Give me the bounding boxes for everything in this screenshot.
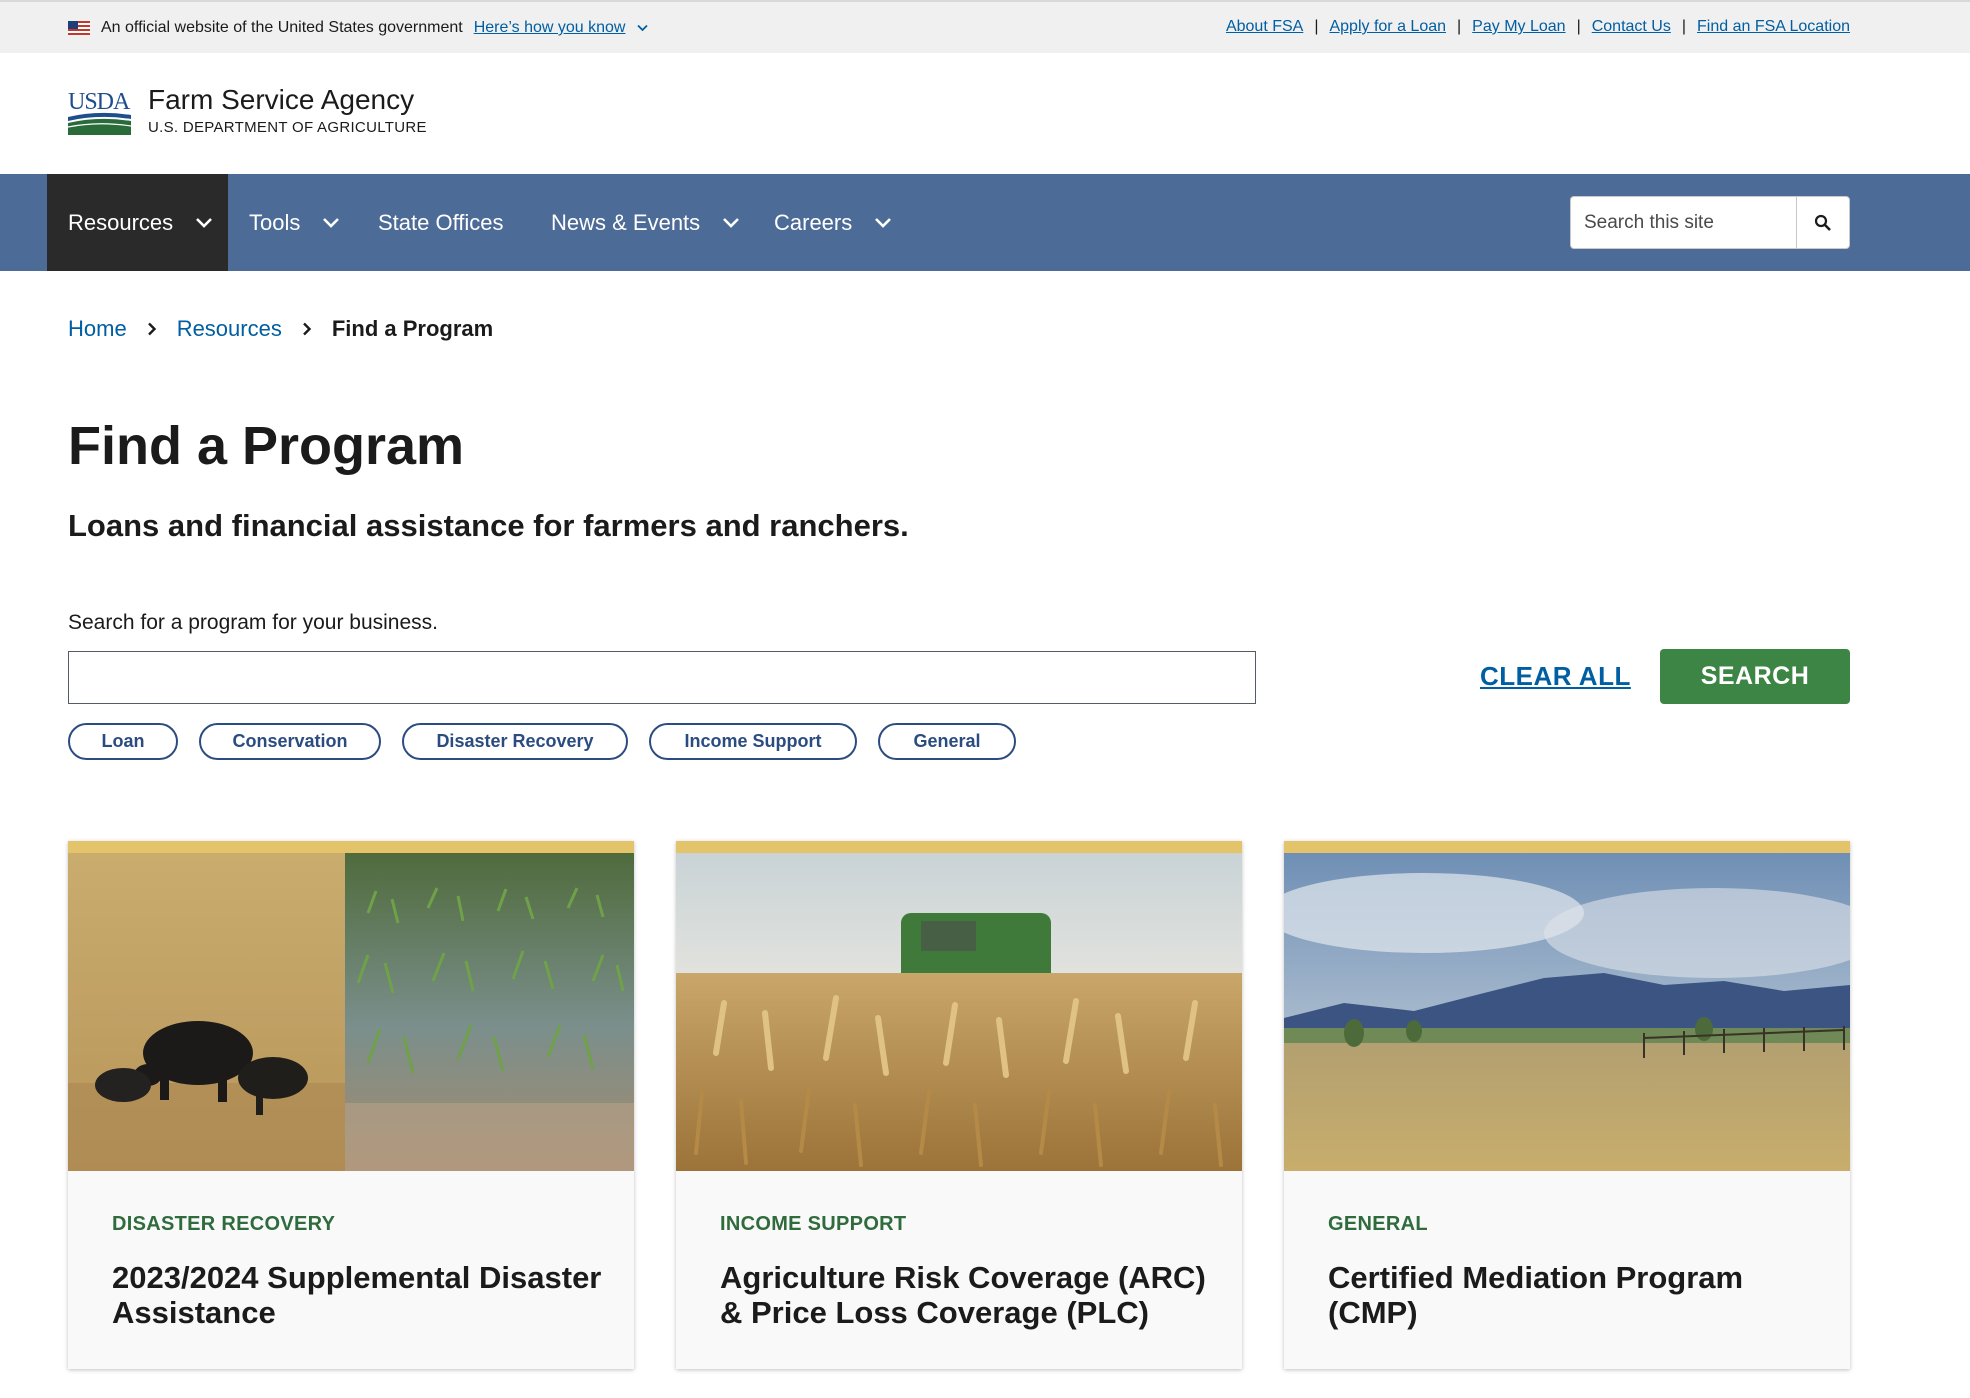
filter-tags: Loan Conservation Disaster Recovery Inco… xyxy=(68,723,1037,760)
nav-item-label: News & Events xyxy=(551,209,701,235)
chevron-right-icon xyxy=(147,322,156,336)
site-search-input[interactable] xyxy=(1570,196,1796,249)
divider: | xyxy=(1576,18,1581,35)
department-name: U.S. DEPARTMENT OF AGRICULTURE xyxy=(148,119,427,136)
how-you-know-link[interactable]: Here’s how you know xyxy=(474,19,626,37)
card-body: GENERAL Certified Mediation Program (CMP… xyxy=(1328,1213,1818,1330)
about-fsa-link[interactable]: About FSA xyxy=(1226,18,1303,36)
page-title: Find a Program xyxy=(68,416,465,476)
divider: | xyxy=(1457,18,1462,35)
nav-item-label: Careers xyxy=(774,209,853,235)
gov-banner: An official website of the United States… xyxy=(0,0,1970,53)
nav-item-careers[interactable]: Careers xyxy=(774,174,892,271)
nav-item-tools[interactable]: Tools xyxy=(249,174,340,271)
chevron-down-icon xyxy=(323,217,340,228)
breadcrumb-current: Find a Program xyxy=(331,316,494,341)
chevron-down-icon xyxy=(875,217,892,228)
search-button[interactable]: SEARCH xyxy=(1660,649,1850,704)
usda-logo[interactable]: USDA xyxy=(68,88,131,135)
nav-item-label: Resources xyxy=(68,209,174,235)
card-title[interactable]: Agriculture Risk Coverage (ARC) & Price … xyxy=(720,1260,1210,1330)
nav-item-news-events[interactable]: News & Events xyxy=(551,174,740,271)
main-nav: Resources Tools State Offices News & Eve… xyxy=(0,174,1970,271)
search-icon xyxy=(1814,214,1831,231)
program-search-label: Search for a program for your business. xyxy=(68,611,439,634)
chevron-down-icon[interactable] xyxy=(635,21,649,35)
filter-tag-general[interactable]: General xyxy=(878,723,1016,760)
site-search-button[interactable] xyxy=(1796,196,1850,249)
breadcrumb: Home Resources Find a Program xyxy=(68,316,493,342)
card-body: DISASTER RECOVERY 2023/2024 Supplemental… xyxy=(112,1213,602,1330)
chevron-right-icon xyxy=(302,322,312,336)
card-title[interactable]: Certified Mediation Program (CMP) xyxy=(1328,1260,1818,1330)
card-category: GENERAL xyxy=(1328,1213,1428,1235)
nav-item-resources[interactable]: Resources xyxy=(47,174,228,271)
filter-tag-disaster-recovery[interactable]: Disaster Recovery xyxy=(402,723,628,760)
gov-banner-left: An official website of the United States… xyxy=(68,19,649,37)
breadcrumb-home[interactable]: Home xyxy=(68,316,127,342)
program-card[interactable]: INCOME SUPPORT Agriculture Risk Coverage… xyxy=(676,841,1242,1369)
card-category: DISASTER RECOVERY xyxy=(112,1213,336,1235)
card-title[interactable]: 2023/2024 Supplemental Disaster Assistan… xyxy=(112,1260,602,1330)
wheat-harvest-image xyxy=(676,853,1242,1171)
filter-tag-conservation[interactable]: Conservation xyxy=(199,723,381,760)
divider: | xyxy=(1314,18,1319,35)
pay-loan-link[interactable]: Pay My Loan xyxy=(1472,18,1565,36)
official-website-text: An official website of the United States… xyxy=(101,19,463,36)
find-location-link[interactable]: Find an FSA Location xyxy=(1697,18,1850,36)
program-search-input[interactable] xyxy=(68,651,1256,704)
agency-name: Farm Service Agency xyxy=(148,84,415,115)
divider: | xyxy=(1681,18,1687,35)
site-header: USDA Farm Service Agency U.S. DEPARTMENT… xyxy=(0,53,1970,174)
nav-item-state-offices[interactable]: State Offices xyxy=(378,174,504,271)
breadcrumb-resources[interactable]: Resources xyxy=(177,316,282,342)
utility-links: About FSA | Apply for a Loan | Pay My Lo… xyxy=(1226,18,1850,36)
nav-item-label: Tools xyxy=(249,209,301,235)
nav-item-label: State Offices xyxy=(378,209,504,235)
filter-tag-loan[interactable]: Loan xyxy=(68,723,178,760)
filter-tag-income-support[interactable]: Income Support xyxy=(649,723,857,760)
site-search xyxy=(1570,196,1850,249)
card-body: INCOME SUPPORT Agriculture Risk Coverage… xyxy=(720,1213,1210,1330)
us-flag-icon xyxy=(68,21,90,35)
page-subtitle: Loans and financial assistance for farme… xyxy=(68,508,909,543)
chevron-down-icon xyxy=(723,217,740,228)
svg-text:USDA: USDA xyxy=(68,89,131,115)
program-card[interactable]: GENERAL Certified Mediation Program (CMP… xyxy=(1284,841,1850,1369)
mountain-pasture-image xyxy=(1284,853,1850,1171)
program-card[interactable]: DISASTER RECOVERY 2023/2024 Supplemental… xyxy=(68,841,634,1369)
clear-all-button[interactable]: CLEAR ALL xyxy=(1480,661,1631,692)
apply-loan-link[interactable]: Apply for a Loan xyxy=(1329,18,1446,36)
card-category: INCOME SUPPORT xyxy=(720,1213,907,1235)
cattle-and-flooded-corn-image xyxy=(68,853,634,1171)
chevron-down-icon xyxy=(196,217,213,228)
contact-us-link[interactable]: Contact Us xyxy=(1592,18,1671,36)
agency-title[interactable]: Farm Service Agency U.S. DEPARTMENT OF A… xyxy=(148,83,427,136)
